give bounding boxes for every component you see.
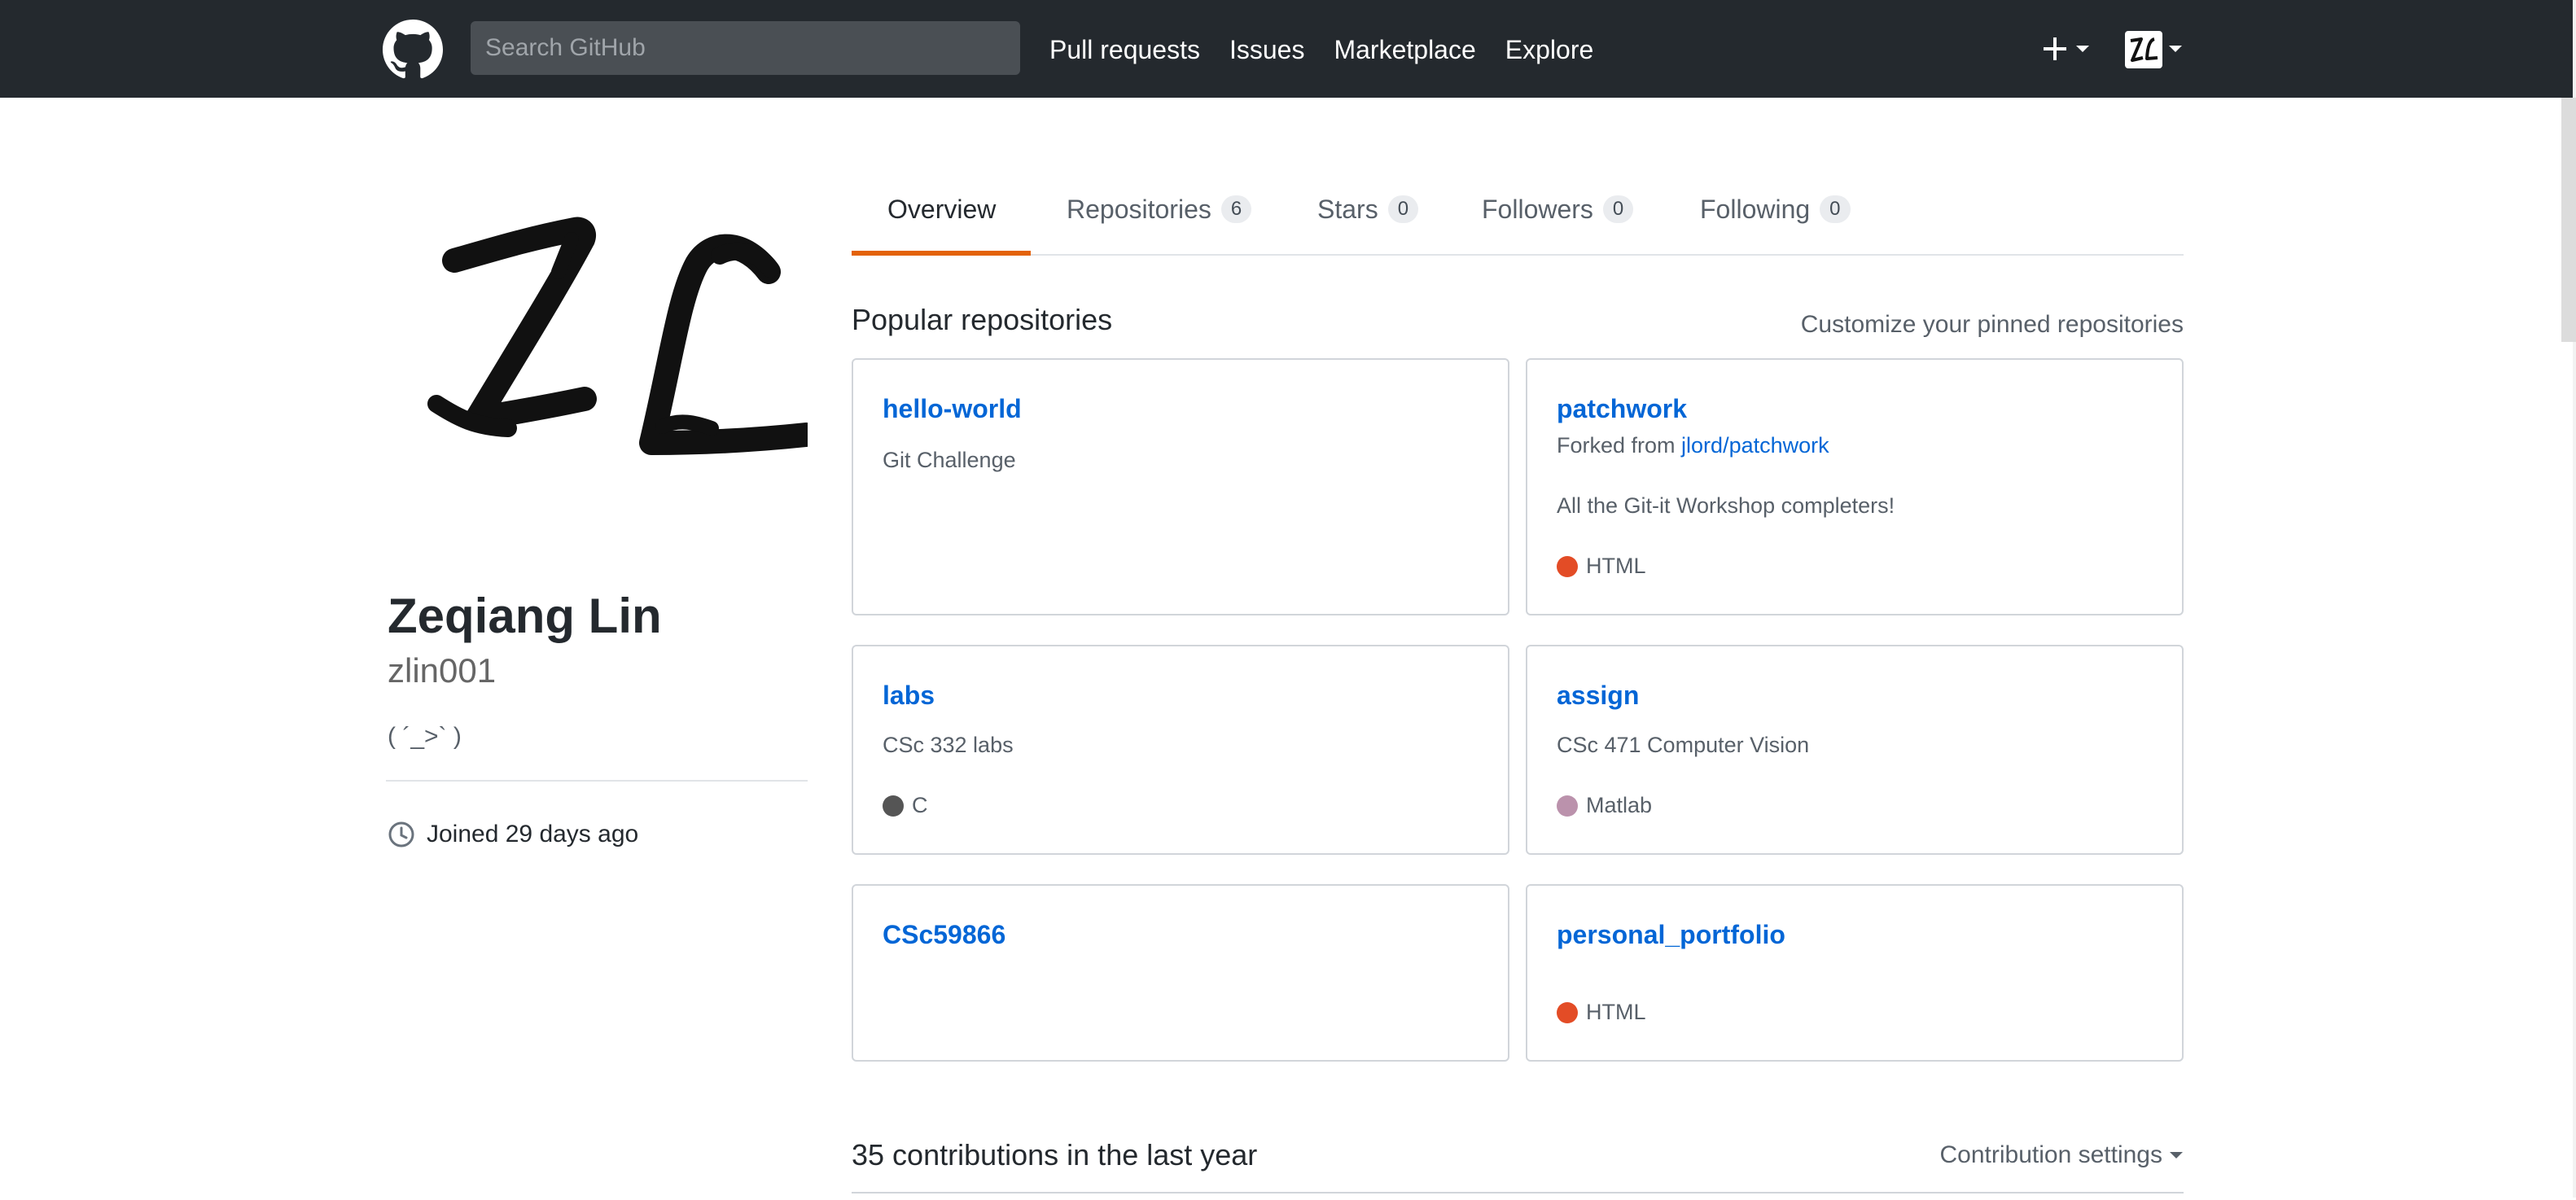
contributions-title: 35 contributions in the last year — [852, 1138, 1258, 1172]
customize-pinned-link[interactable]: Customize your pinned repositories — [1801, 311, 2184, 339]
repo-language: HTML — [1557, 554, 1646, 579]
tab-overview-label: Overview — [887, 194, 997, 224]
profile-avatar[interactable] — [386, 215, 808, 484]
clock-icon — [388, 821, 414, 847]
tab-stars[interactable]: Stars 0 — [1317, 163, 1419, 256]
profile-divider — [386, 780, 808, 782]
profile-bio: ( ´_>` ) — [388, 723, 462, 750]
tab-followers-label: Followers — [1482, 194, 1593, 224]
repo-card: personal_portfolio HTML — [1526, 884, 2184, 1062]
new-menu-button[interactable] — [2040, 28, 2101, 70]
repo-description: Git Challenge — [883, 448, 1016, 472]
repo-description: All the Git-it Workshop completers! — [1557, 493, 1895, 518]
repositories-counter: 6 — [1220, 195, 1252, 223]
repo-card: hello-world Git Challenge — [852, 358, 1509, 615]
tab-following[interactable]: Following 0 — [1700, 163, 1851, 256]
language-color-dot — [1557, 795, 1578, 817]
github-logo-icon[interactable] — [383, 20, 443, 80]
following-counter: 0 — [1820, 195, 1851, 223]
repo-description: CSc 332 labs — [883, 733, 1014, 757]
user-menu-button[interactable] — [2123, 29, 2185, 70]
language-color-dot — [1557, 1001, 1578, 1023]
repo-card: labs CSc 332 labs C — [852, 645, 1509, 855]
contribution-graph-box — [852, 1192, 2184, 1200]
followers-counter: 0 — [1602, 195, 1634, 223]
tab-repositories[interactable]: Repositories 6 — [1067, 163, 1252, 256]
popular-repositories-title: Popular repositories — [852, 303, 1113, 336]
profile-username: zlin001 — [388, 651, 497, 690]
tab-followers[interactable]: Followers 0 — [1482, 163, 1634, 256]
forked-from-label: Forked from — [1557, 433, 1682, 458]
tab-stars-label: Stars — [1317, 194, 1378, 224]
repo-card: CSc59866 — [852, 884, 1509, 1062]
repo-forked-from: Forked from jlord/patchwork — [1557, 433, 1829, 458]
contribution-settings-label: Contribution settings — [1939, 1141, 2163, 1168]
joined-text: Joined 29 days ago — [427, 821, 639, 847]
repo-language: C — [883, 793, 928, 818]
profile-fullname: Zeqiang Lin — [388, 589, 662, 643]
language-color-dot — [1557, 555, 1578, 577]
language-label: HTML — [1586, 1000, 1646, 1024]
repo-name-link[interactable]: CSc59866 — [883, 920, 1005, 950]
tab-selected-underline — [852, 251, 1031, 256]
stars-counter: 0 — [1387, 195, 1419, 223]
repo-language: HTML — [1557, 1000, 1646, 1025]
caret-down-icon — [2170, 1152, 2183, 1158]
nav-explore[interactable]: Explore — [1505, 31, 1594, 68]
search-input[interactable] — [471, 21, 1020, 75]
tab-following-label: Following — [1700, 194, 1811, 224]
nav-pull-requests[interactable]: Pull requests — [1049, 31, 1200, 68]
tab-repositories-label: Repositories — [1067, 194, 1211, 224]
caret-down-icon — [2169, 46, 2182, 52]
repo-name-link[interactable]: hello-world — [883, 394, 1022, 424]
language-label: C — [912, 793, 928, 817]
language-label: HTML — [1586, 554, 1646, 578]
repo-name-link[interactable]: patchwork — [1557, 394, 1687, 424]
caret-down-icon — [2076, 46, 2089, 52]
repo-card: assign CSc 471 Computer Vision Matlab — [1526, 645, 2184, 855]
repo-language: Matlab — [1557, 793, 1652, 818]
scrollbar-thumb[interactable] — [2561, 98, 2576, 342]
repo-name-link[interactable]: assign — [1557, 681, 1639, 711]
tab-overview[interactable]: Overview — [887, 163, 996, 256]
repo-name-link[interactable]: labs — [883, 681, 935, 711]
language-label: Matlab — [1586, 793, 1653, 817]
language-color-dot — [883, 795, 904, 817]
forked-from-link[interactable]: jlord/patchwork — [1681, 433, 1829, 458]
contribution-settings-dropdown[interactable]: Contribution settings — [1940, 1141, 2184, 1169]
top-header: Pull requests Issues Marketplace Explore — [0, 0, 2576, 98]
repo-description: CSc 471 Computer Vision — [1557, 733, 1810, 757]
profile-joined: Joined 29 days ago — [388, 821, 638, 848]
header-nav: Pull requests Issues Marketplace Explore — [1049, 31, 1593, 68]
repo-card: patchwork Forked from jlord/patchwork Al… — [1526, 358, 2184, 615]
profile-tabs: Overview Repositories 6 Stars 0 Follower… — [852, 163, 2184, 256]
repo-name-link[interactable]: personal_portfolio — [1557, 920, 1785, 950]
nav-issues[interactable]: Issues — [1229, 31, 1304, 68]
nav-marketplace[interactable]: Marketplace — [1334, 31, 1475, 68]
plus-icon — [2044, 37, 2089, 60]
avatar — [2125, 31, 2182, 68]
